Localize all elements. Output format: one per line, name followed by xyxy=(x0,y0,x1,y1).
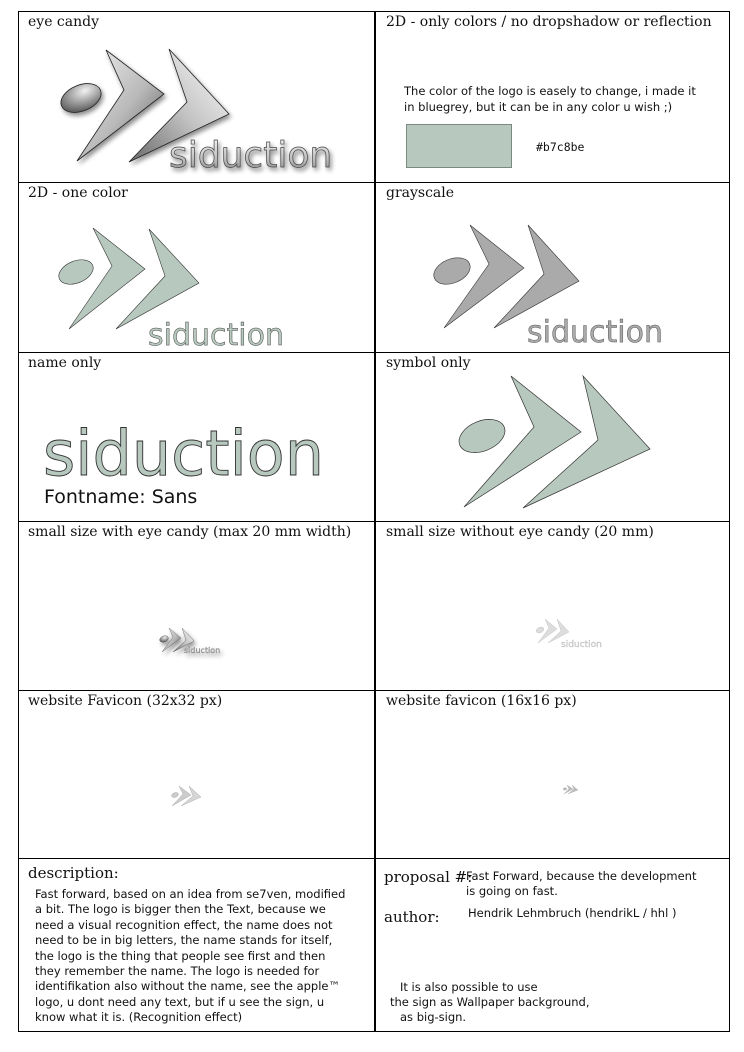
description-text: Fast forward, based on an idea from se7v… xyxy=(35,887,345,1026)
wordmark: siduction xyxy=(561,640,602,650)
description-line: need a visual recognition effect, the na… xyxy=(35,917,333,932)
favicon-32 xyxy=(171,785,202,807)
cell-colors: 2D - only colors / no dropshadow or refl… xyxy=(376,12,729,182)
proposal-line: Fast Forward, because the development xyxy=(466,869,697,883)
description-line: know what it is. (Recognition effect) xyxy=(35,1010,243,1025)
logo-small-eye-candy: siduction xyxy=(159,627,220,655)
proposal-line: is going on fast. xyxy=(466,884,558,898)
logo-symbol-only xyxy=(458,374,651,509)
description-title: description: xyxy=(28,864,119,882)
color-hex-label: #b7c8be xyxy=(536,140,585,154)
author-value: Hendrik Lehmbruch (hendrikL / hhl ) xyxy=(468,906,677,920)
cell-description: description: Fast forward, based on an i… xyxy=(19,859,374,1031)
cell-favicon-32: website Favicon (32x32 px) xyxy=(19,691,374,858)
cell-proposal: proposal #: Fast Forward, because the de… xyxy=(376,859,729,1031)
color-note-line: in bluegrey, but it can be in any color … xyxy=(404,100,673,114)
description-line: logo, u dont need any text, but if u see… xyxy=(35,994,325,1009)
note-line: as big-sign. xyxy=(400,1010,467,1024)
cell-name-only: name only siduction Fontname: Sans xyxy=(19,353,374,521)
description-line: they remember the name. The logo is need… xyxy=(35,964,320,979)
font-name-label: Fontname: Sans xyxy=(44,486,198,508)
logo-one-color: siduction xyxy=(58,227,284,353)
color-note-line: The color of the logo is easely to chang… xyxy=(404,84,696,98)
color-swatch xyxy=(406,124,512,168)
description-line: the logo is the thing that people see fi… xyxy=(35,948,326,963)
description-line: identifikation also without the name, se… xyxy=(35,979,341,994)
note-line: It is also possible to use xyxy=(400,980,538,994)
cell-title: 2D - only colors / no dropshadow or refl… xyxy=(386,14,712,30)
cell-symbol-only: symbol only xyxy=(376,353,729,521)
cell-small-plain: small size without eye candy (20 mm) sid… xyxy=(376,522,729,690)
logo-eye-candy: siduction xyxy=(60,48,333,176)
cell-small-eye-candy: small size with eye candy (max 20 mm wid… xyxy=(19,522,374,690)
author-label: author: xyxy=(384,908,440,926)
wordmark: siduction xyxy=(527,315,663,350)
logo-proposal-sheet: eye candy siduction 2D - only colors / n… xyxy=(18,11,730,1032)
wordmark: siduction xyxy=(184,646,220,655)
cell-grayscale: grayscale siduction xyxy=(376,183,729,352)
cell-favicon-16: website favicon (16x16 px) xyxy=(376,691,729,858)
description-line: need to be in big letters, the name stan… xyxy=(35,933,333,948)
logo-small-plain: siduction xyxy=(536,618,602,650)
proposal-label: proposal #: xyxy=(384,868,473,886)
wordmark: siduction xyxy=(169,135,332,176)
favicon-16 xyxy=(563,784,579,795)
wordmark: siduction xyxy=(148,318,284,353)
cell-eye-candy: eye candy siduction xyxy=(19,12,374,182)
cell-one-color: 2D - one color siduction xyxy=(19,183,374,353)
description-line: a bit. The logo is bigger then the Text,… xyxy=(35,902,326,917)
wordmark: siduction xyxy=(43,417,324,490)
logo-grayscale: siduction xyxy=(433,224,663,350)
description-line: Fast forward, based on an idea from se7v… xyxy=(35,887,346,901)
note-line: the sign as Wallpaper background, xyxy=(390,995,590,1009)
